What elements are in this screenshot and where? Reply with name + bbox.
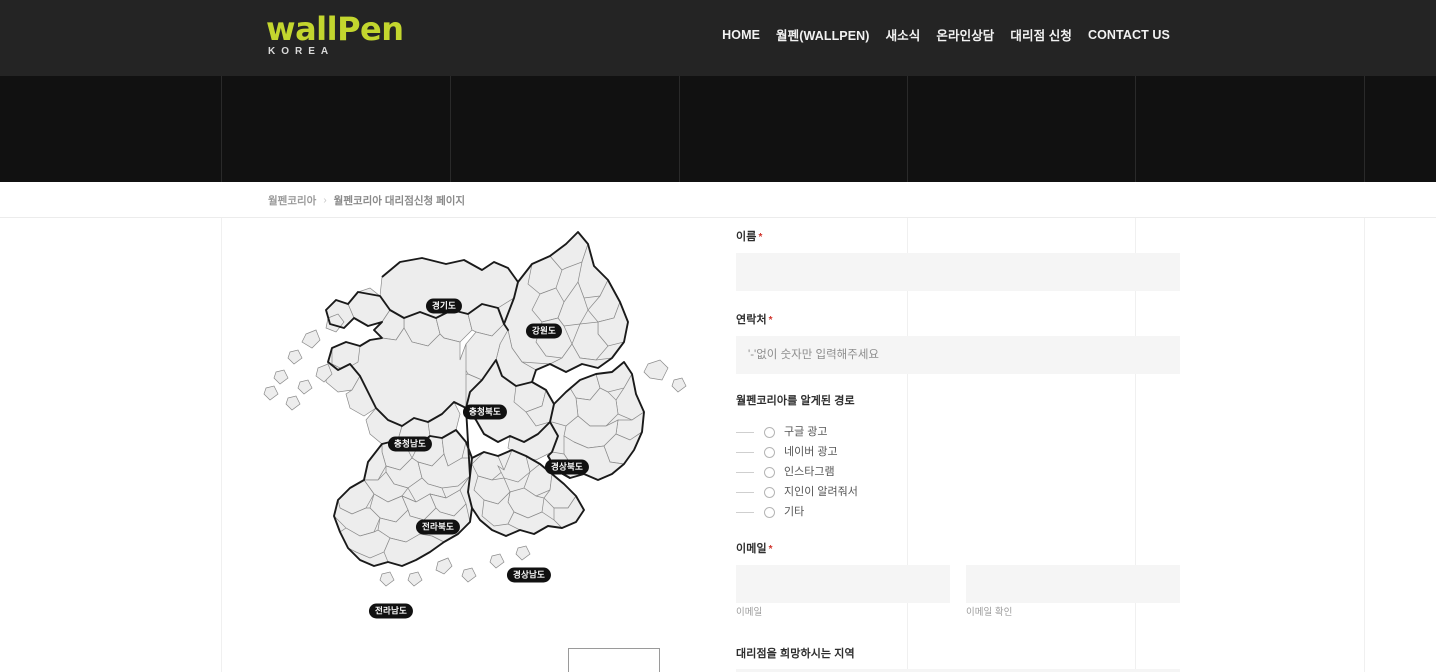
map-label-gangwon[interactable]: 강원도 [525, 323, 563, 339]
name-field-label: 이름 * [736, 231, 763, 243]
nav-item-contact[interactable]: CONTACT US [1080, 28, 1178, 42]
radio-icon[interactable] [764, 426, 775, 438]
hero-divider [679, 76, 680, 182]
phone-field-label: 연락처 * [736, 314, 773, 326]
radio-label: 기타 [784, 506, 805, 518]
email-input-hint: 이메일 [736, 607, 763, 618]
nav-item-consult[interactable]: 온라인상담 [928, 25, 1002, 44]
hero-divider [1364, 76, 1365, 182]
region-field-label: 대리점을 희망하시는 지역 [736, 648, 855, 660]
required-asterisk: * [768, 315, 773, 326]
required-asterisk: * [768, 544, 773, 555]
map-label-chungnam[interactable]: 충청남도 [387, 436, 433, 452]
hero-divider [1135, 76, 1136, 182]
radio-option-google[interactable]: 구글 광고 [736, 422, 1196, 442]
nav-item-home[interactable]: HOME [714, 28, 768, 42]
content-gridlines [0, 218, 1436, 672]
radio-icon[interactable] [764, 506, 775, 518]
map-label-gyeongbuk[interactable]: 경상북도 [544, 459, 590, 475]
korea-region-map[interactable]: 경기도 강원도 충청북도 충청남도 경상북도 전라북도 경상남도 전라남도 [232, 222, 702, 672]
dash-icon [736, 451, 754, 453]
dash-icon [736, 471, 754, 473]
radio-icon[interactable] [764, 446, 775, 458]
radio-option-other[interactable]: 기타 [736, 502, 1196, 522]
site-logo[interactable]: wallPen KOREA [266, 13, 426, 57]
radio-label: 구글 광고 [784, 426, 828, 438]
hero-divider [450, 76, 451, 182]
main-navigation: HOME 월펜(WALLPEN) 새소식 온라인상담 대리점 신청 CONTAC… [714, 25, 1178, 44]
hero-divider [907, 76, 908, 182]
radio-option-referral[interactable]: 지인이 알려줘서 [736, 482, 1196, 502]
email-input[interactable] [736, 565, 950, 603]
referral-group-label: 월펜코리아를 알게된 경로 [736, 395, 855, 407]
logo-wordmark: wallPen [266, 10, 404, 48]
breadcrumb: 월펜코리아 › 월펜코리아 대리점신청 페이지 [268, 193, 465, 208]
radio-label: 지인이 알려줘서 [784, 486, 858, 498]
radio-icon[interactable] [764, 466, 775, 478]
map-label-gyeongnam[interactable]: 경상남도 [506, 567, 552, 583]
nav-item-dealership[interactable]: 대리점 신청 [1002, 25, 1080, 44]
gridline [1364, 218, 1365, 672]
map-label-jeonnam[interactable]: 전라남도 [368, 603, 414, 619]
name-input[interactable] [736, 253, 1180, 291]
breadcrumb-bar: 월펜코리아 › 월펜코리아 대리점신청 페이지 [0, 182, 1436, 218]
email-confirm-col: 이메일 확인 [966, 565, 1180, 619]
jeju-inset-frame [568, 648, 660, 672]
phone-input[interactable] [736, 336, 1180, 374]
chevron-right-icon: › [323, 195, 327, 206]
breadcrumb-current: 월펜코리아 대리점신청 페이지 [333, 195, 466, 207]
dash-icon [736, 511, 754, 513]
page-root: wallPen KOREA HOME 월펜(WALLPEN) 새소식 온라인상담… [0, 0, 1436, 672]
korea-map-svg [263, 231, 687, 672]
radio-icon[interactable] [764, 486, 775, 498]
dash-icon [736, 491, 754, 493]
email-confirm-input[interactable] [966, 565, 1180, 603]
referral-radio-group: 구글 광고 네이버 광고 인스타그램 지인이 알려줘서 기타 [736, 422, 1196, 522]
radio-option-naver[interactable]: 네이버 광고 [736, 442, 1196, 462]
email-primary-col: 이메일 [736, 565, 950, 619]
hero-divider [221, 76, 222, 182]
radio-label: 네이버 광고 [784, 446, 838, 458]
hero-banner [0, 76, 1436, 182]
radio-label: 인스타그램 [784, 466, 835, 478]
email-field-label: 이메일 * [736, 543, 773, 555]
nav-item-news[interactable]: 새소식 [878, 25, 929, 44]
nav-item-wallpen[interactable]: 월펜(WALLPEN) [768, 25, 878, 44]
radio-option-instagram[interactable]: 인스타그램 [736, 462, 1196, 482]
map-label-gyeonggi[interactable]: 경기도 [425, 298, 463, 314]
email-confirm-input-hint: 이메일 확인 [966, 607, 1013, 618]
dealership-application-form: 이름* 연락처* 월펜코리아를 알게된 경로 구글 광고 네이버 광고 [736, 218, 1196, 672]
map-label-chungbuk[interactable]: 충청북도 [462, 404, 508, 420]
required-asterisk: * [758, 232, 763, 243]
dash-icon [736, 431, 754, 433]
map-label-jeonbuk[interactable]: 전라북도 [415, 519, 461, 535]
gridline [221, 218, 222, 672]
email-row: 이메일 이메일 확인 [736, 565, 1196, 619]
site-header: wallPen KOREA HOME 월펜(WALLPEN) 새소식 온라인상담… [0, 0, 1436, 76]
breadcrumb-root[interactable]: 월펜코리아 [268, 193, 316, 208]
